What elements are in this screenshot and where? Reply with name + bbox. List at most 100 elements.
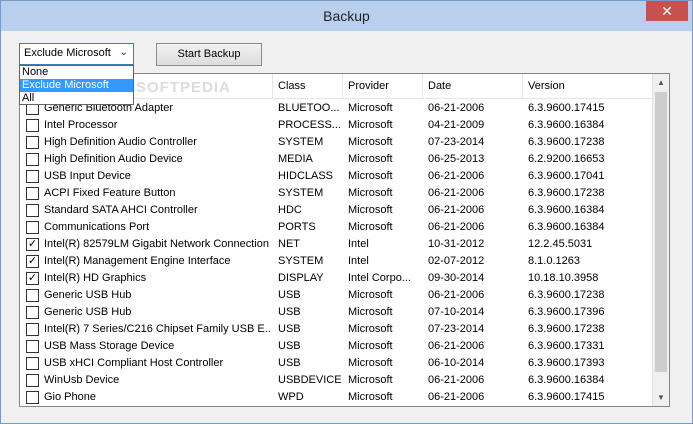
row-checkbox[interactable] (26, 357, 39, 370)
cell-name: High Definition Audio Controller (44, 136, 197, 148)
cell-class: DISPLAY (278, 272, 324, 284)
cell-provider: Microsoft (348, 306, 393, 318)
backup-window: Backup ✕ Exclude Microsoft ⌄ Start Backu… (0, 0, 693, 424)
filter-dropdown-list[interactable]: None Exclude Microsoft All (19, 65, 134, 105)
cell-class: SYSTEM (278, 255, 324, 267)
row-checkbox[interactable] (26, 374, 39, 387)
cell-version: 6.3.9600.16384 (528, 119, 605, 131)
cell-date: 06-21-2006 (428, 340, 485, 352)
table-row[interactable]: ✓ Intel(R) 82579LM Gigabit Network Connec… (20, 236, 652, 253)
table-row[interactable]: Generic USB Hub USB Microsoft 07-10-2014 6.3… (20, 304, 652, 321)
cell-name: Generic USB Hub (44, 306, 132, 318)
table-row[interactable]: Intel Processor PROCESS... Microsoft 04-21-… (20, 117, 652, 134)
cell-class: MEDIA (278, 153, 313, 165)
watermark: SOFTPEDIA (136, 79, 231, 96)
row-checkbox[interactable] (26, 136, 39, 149)
filter-option-none[interactable]: None (20, 66, 133, 79)
cell-provider: Microsoft (348, 187, 393, 199)
chevron-down-icon: ⌄ (119, 47, 128, 58)
cell-version: 6.3.9600.17393 (528, 357, 605, 369)
cell-class: USB (278, 306, 301, 318)
cell-date: 06-21-2006 (428, 391, 485, 403)
cell-provider: Microsoft (348, 289, 393, 301)
cell-date: 06-21-2006 (428, 102, 485, 114)
cell-name: WinUsb Device (44, 374, 120, 386)
cell-class: SYSTEM (278, 187, 324, 199)
cell-name: Intel Processor (44, 119, 118, 131)
table-row[interactable]: ✓ Intel(R) Management Engine Interface SYS… (20, 253, 652, 270)
row-checkbox[interactable]: ✓ (26, 255, 39, 268)
table-row[interactable]: USB Mass Storage Device USB Microsoft 06-21… (20, 338, 652, 355)
scroll-thumb[interactable] (655, 92, 667, 372)
cell-class: NET (278, 238, 300, 250)
column-header-date[interactable]: Date (423, 74, 523, 99)
cell-class: USB (278, 289, 301, 301)
driver-list[interactable]: Class Provider Date Version Generic Blue… (19, 73, 670, 407)
filter-option-all[interactable]: All (20, 92, 133, 105)
cell-provider: Microsoft (348, 357, 393, 369)
cell-date: 07-23-2014 (428, 136, 485, 148)
cell-name: USB Mass Storage Device (44, 340, 175, 352)
row-checkbox[interactable]: ✓ (26, 272, 39, 285)
cell-class: HIDCLASS (278, 170, 334, 182)
vertical-scrollbar[interactable]: ▲ ▼ (652, 74, 669, 406)
cell-version: 6.3.9600.17238 (528, 187, 605, 199)
cell-name: USB Input Device (44, 170, 131, 182)
table-row[interactable]: High Definition Audio Controller SYSTEM Mi… (20, 134, 652, 151)
close-button[interactable]: ✕ (646, 1, 688, 21)
table-row[interactable]: USB Input Device HIDCLASS Microsoft 06-21-2… (20, 168, 652, 185)
cell-version: 6.3.9600.17238 (528, 289, 605, 301)
scroll-down-icon[interactable]: ▼ (653, 389, 669, 406)
scroll-up-icon[interactable]: ▲ (653, 74, 669, 91)
column-header-version[interactable]: Version (523, 74, 652, 99)
column-header-provider[interactable]: Provider (343, 74, 423, 99)
cell-provider: Microsoft (348, 136, 393, 148)
cell-class: PROCESS... (278, 119, 341, 131)
row-checkbox[interactable] (26, 323, 39, 336)
column-header-class[interactable]: Class (273, 74, 343, 99)
cell-provider: Microsoft (348, 119, 393, 131)
filter-combobox[interactable]: Exclude Microsoft ⌄ (19, 43, 134, 65)
table-row[interactable]: ACPI Fixed Feature Button SYSTEM Microsoft… (20, 185, 652, 202)
row-checkbox[interactable] (26, 221, 39, 234)
row-checkbox[interactable] (26, 289, 39, 302)
table-row[interactable]: Communications Port PORTS Microsoft 06-21-2… (20, 219, 652, 236)
table-row[interactable]: Gio Phone WPD Microsoft 06-21-2006 6.3.9600.… (20, 389, 652, 406)
cell-provider: Intel Corpo... (348, 272, 411, 284)
table-row[interactable]: WinUsb Device USBDEVICE Microsoft 06-21-200… (20, 372, 652, 389)
row-checkbox[interactable] (26, 391, 39, 404)
cell-name: Standard SATA AHCI Controller (44, 204, 198, 216)
cell-version: 6.2.9200.16653 (528, 153, 605, 165)
row-checkbox[interactable]: ✓ (26, 238, 39, 251)
cell-version: 6.3.9600.16384 (528, 221, 605, 233)
cell-date: 06-21-2006 (428, 187, 485, 199)
cell-name: Intel(R) HD Graphics (44, 272, 147, 284)
table-row[interactable]: USB xHCI Compliant Host Controller USB Mic… (20, 355, 652, 372)
title-bar[interactable]: Backup ✕ (1, 1, 692, 31)
row-checkbox[interactable] (26, 170, 39, 183)
table-row[interactable]: Intel(R) 7 Series/C216 Chipset Family US… (20, 321, 652, 338)
cell-name: Intel(R) 82579LM Gigabit Network Connect… (44, 238, 270, 250)
row-checkbox[interactable] (26, 153, 39, 166)
row-checkbox[interactable] (26, 306, 39, 319)
row-checkbox[interactable] (26, 187, 39, 200)
row-checkbox[interactable] (26, 340, 39, 353)
cell-class: USB (278, 340, 301, 352)
start-backup-button[interactable]: Start Backup (156, 43, 262, 66)
cell-date: 06-21-2006 (428, 204, 485, 216)
cell-name: Generic USB Hub (44, 289, 132, 301)
cell-date: 06-21-2006 (428, 221, 485, 233)
cell-version: 8.1.0.1263 (528, 255, 580, 267)
table-row[interactable]: ✓ Intel(R) HD Graphics DISPLAY Intel Corpo.… (20, 270, 652, 287)
window-title: Backup (323, 8, 370, 24)
table-row[interactable]: Generic USB Hub USB Microsoft 06-21-2006 6.3… (20, 287, 652, 304)
table-row[interactable]: High Definition Audio Device MEDIA Microso… (20, 151, 652, 168)
cell-name: Intel(R) Management Engine Interface (44, 255, 231, 267)
table-row[interactable]: Standard SATA AHCI Controller HDC Microsof… (20, 202, 652, 219)
filter-option-exclude-microsoft[interactable]: Exclude Microsoft (20, 79, 133, 92)
cell-provider: Microsoft (348, 170, 393, 182)
row-checkbox[interactable] (26, 119, 39, 132)
row-checkbox[interactable] (26, 204, 39, 217)
cell-provider: Microsoft (348, 323, 393, 335)
cell-version: 6.3.9600.17238 (528, 136, 605, 148)
